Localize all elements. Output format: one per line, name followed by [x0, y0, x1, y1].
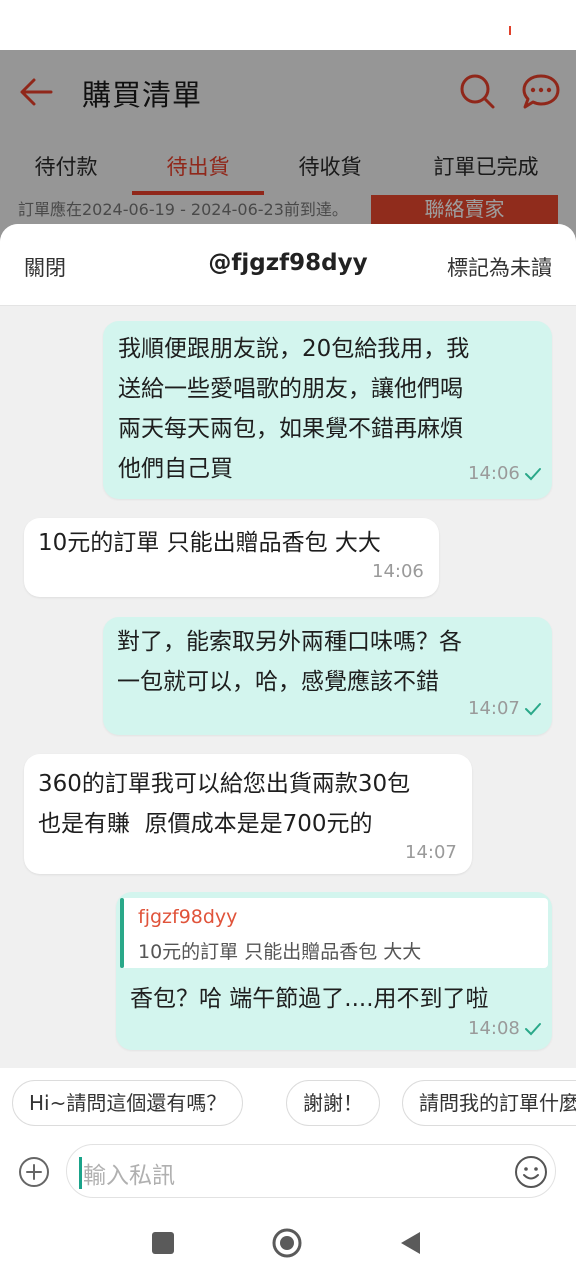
dim-overlay[interactable]	[0, 50, 576, 250]
message-text: 對了，能索取另外兩種口味嗎？各 一包就可以，哈，感覺應該不錯	[117, 629, 462, 695]
read-check-icon	[525, 1023, 541, 1036]
input-placeholder: 輸入私訊	[83, 1163, 175, 1189]
quoted-message[interactable]: fjgzf98dyy 10元的訂單 只能出贈品香包 大大	[120, 898, 548, 968]
quote-accent-bar	[120, 898, 124, 968]
quoted-sender: fjgzf98dyy	[138, 906, 238, 928]
message-text: 10元的訂單 只能出贈品香包 大大	[38, 530, 381, 556]
add-icon[interactable]	[18, 1156, 50, 1188]
read-check-icon	[525, 703, 541, 716]
nav-back-icon[interactable]	[398, 1230, 422, 1256]
nav-home-icon[interactable]	[272, 1228, 302, 1258]
message-bubble-sent[interactable]: 對了，能索取另外兩種口味嗎？各 一包就可以，哈，感覺應該不錯 14:07	[103, 617, 552, 735]
mark-unread-button[interactable]: 標記為未讀	[447, 252, 552, 282]
quick-reply-chip[interactable]: 請問我的訂單什麼時候會出貨	[402, 1080, 576, 1126]
status-indicator	[509, 26, 511, 35]
message-time: 14:08	[468, 1018, 520, 1039]
message-time: 14:06	[372, 561, 424, 582]
system-nav-bar	[0, 1202, 576, 1280]
text-caret	[79, 1157, 82, 1189]
read-check-icon	[525, 468, 541, 481]
quick-replies: Hi~請問這個還有嗎？ 謝謝！ 請問我的訂單什麼時候會出貨	[0, 1068, 576, 1140]
message-text: 我順便跟朋友說，20包給我用，我 送給一些愛唱歌的朋友，讓他們喝 兩天每天兩包，…	[118, 336, 470, 482]
quoted-text: 10元的訂單 只能出贈品香包 大大	[138, 941, 422, 963]
chat-header: 關閉 @fjgzf98dyy 標記為未讀	[0, 224, 576, 306]
message-input[interactable]: 輸入私訊	[66, 1144, 556, 1198]
message-bubble-received[interactable]: 360的訂單我可以給您出貨兩款30包 也是有賺 原價成本是是700元的 14:0…	[24, 754, 472, 874]
nav-recents-icon[interactable]	[152, 1232, 174, 1254]
message-composer: 輸入私訊	[0, 1140, 576, 1202]
message-time: 14:06	[468, 463, 520, 484]
quick-reply-chip[interactable]: Hi~請問這個還有嗎？	[12, 1080, 244, 1126]
message-bubble-received[interactable]: 10元的訂單 只能出贈品香包 大大 14:06	[24, 518, 439, 597]
status-bar	[0, 0, 576, 50]
quick-reply-chip[interactable]: 謝謝！	[286, 1080, 380, 1126]
message-time: 14:07	[468, 698, 520, 719]
message-text: 360的訂單我可以給您出貨兩款30包 也是有賺 原價成本是是700元的	[38, 771, 411, 837]
message-time: 14:07	[405, 842, 457, 863]
message-text: 香包？哈 端午節過了....用不到了啦	[130, 986, 489, 1012]
emoji-icon[interactable]	[513, 1154, 549, 1190]
message-bubble-sent[interactable]: fjgzf98dyy 10元的訂單 只能出贈品香包 大大 香包？哈 端午節過了.…	[116, 892, 552, 1050]
message-bubble-sent[interactable]: 我順便跟朋友說，20包給我用，我 送給一些愛唱歌的朋友，讓他們喝 兩天每天兩包，…	[103, 321, 552, 499]
